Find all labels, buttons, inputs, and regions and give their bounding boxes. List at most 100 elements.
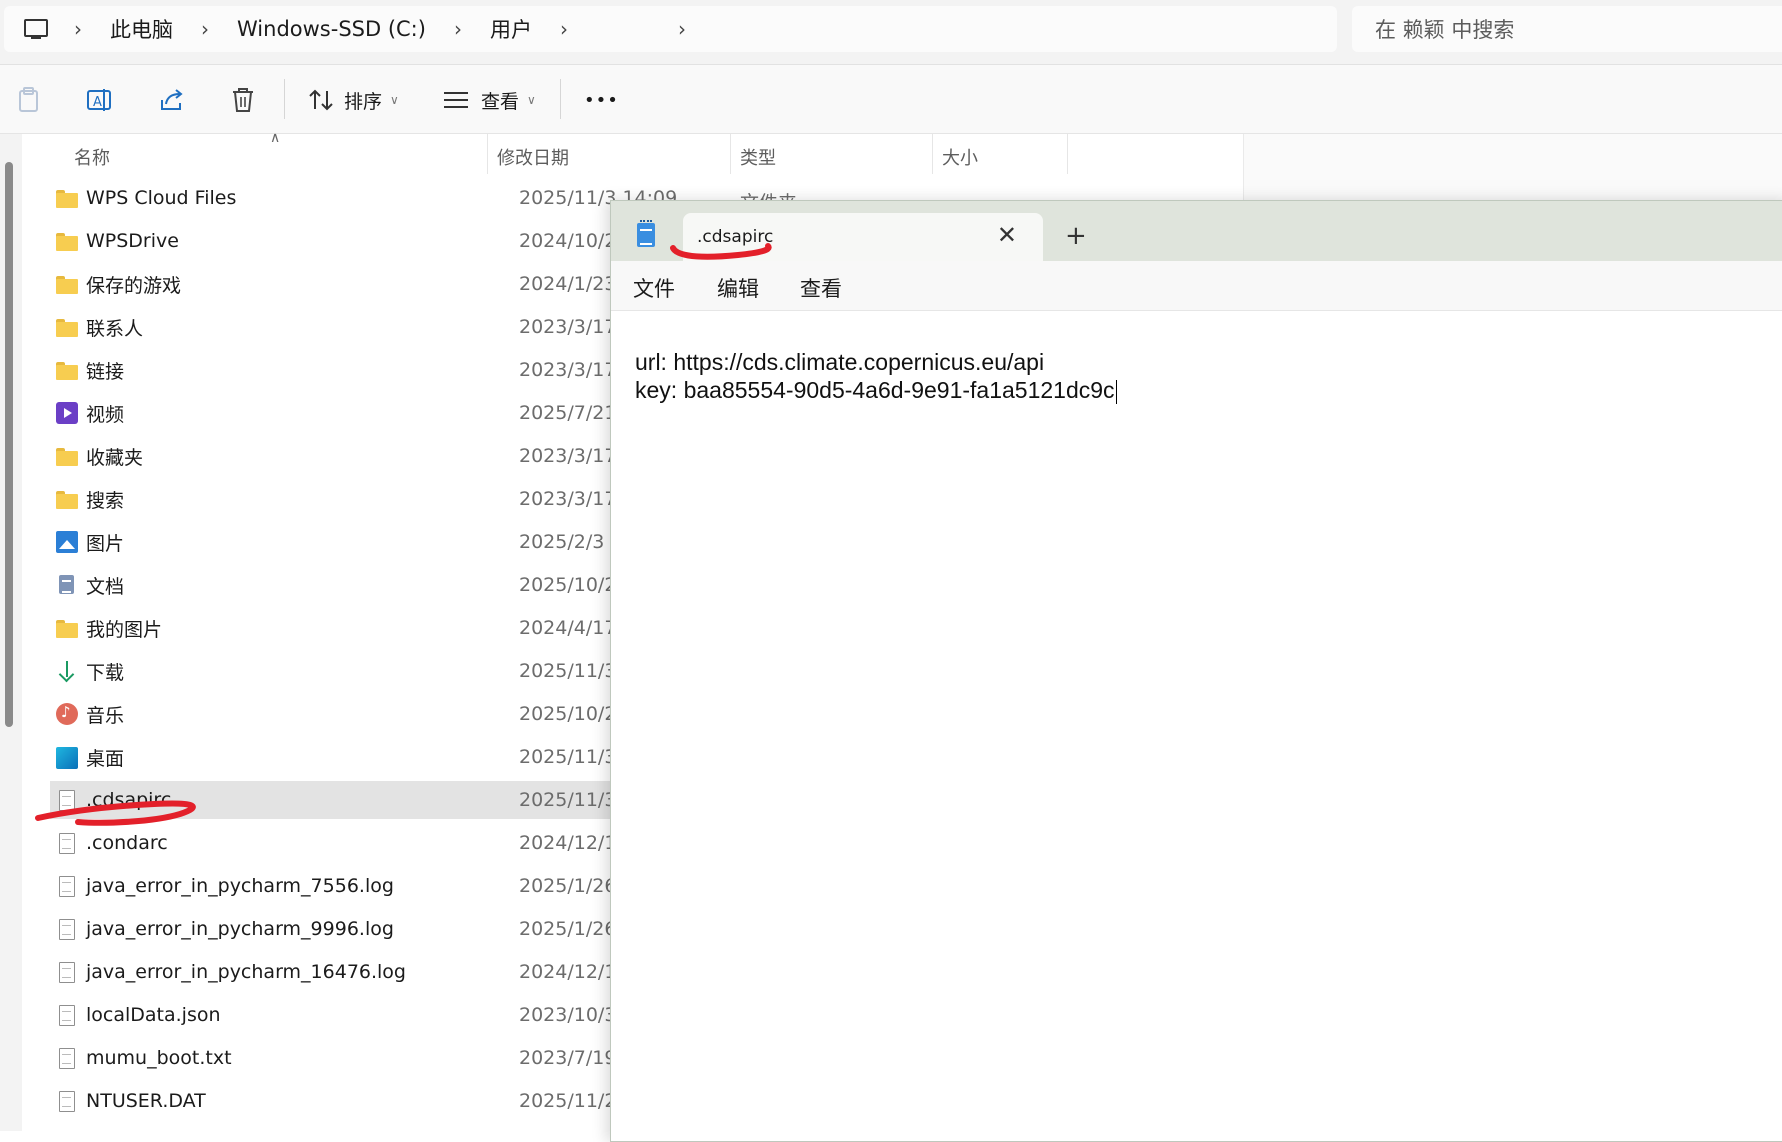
breadcrumb-this-pc[interactable]: 此电脑: [110, 14, 173, 44]
chevron-down-icon: ∨: [390, 93, 399, 107]
file-name: WPS Cloud Files: [86, 187, 237, 209]
file-name: 桌面: [86, 747, 125, 770]
chevron-down-icon: ∨: [527, 93, 536, 107]
view-button[interactable]: 查看 ∨: [443, 85, 536, 115]
file-name: 保存的游戏: [86, 274, 182, 297]
command-bar: A 排序 ∨ 查看 ∨ •••: [0, 65, 1782, 134]
file-name: 图片: [86, 532, 125, 555]
notepad-window: .cdsapirc ✕ + 文件 编辑 查看 url: https://cds.…: [610, 200, 1782, 1142]
chevron-right-icon[interactable]: ›: [454, 17, 462, 41]
vertical-scrollbar[interactable]: [0, 134, 22, 1131]
breadcrumb-users[interactable]: 用户: [490, 14, 532, 44]
delete-button[interactable]: [230, 85, 256, 115]
file-name: 收藏夹: [86, 446, 144, 469]
toolbar-divider: [560, 79, 561, 119]
file-name: 我的图片: [86, 618, 163, 641]
file-icon: [56, 1004, 78, 1026]
paste-button[interactable]: [16, 85, 42, 115]
file-name: localData.json: [86, 1004, 221, 1026]
close-tab-icon[interactable]: ✕: [997, 221, 1017, 249]
column-headers: ∧ 名称 修改日期 类型 大小: [22, 130, 1252, 174]
column-divider[interactable]: [730, 134, 731, 174]
file-name: java_error_in_pycharm_9996.log: [86, 918, 394, 940]
folder-icon: [56, 488, 78, 510]
view-label: 查看: [481, 90, 520, 113]
notepad-menubar: 文件 编辑 查看: [611, 261, 1782, 311]
new-tab-button[interactable]: +: [1065, 221, 1087, 251]
music-icon: [56, 703, 78, 725]
file-name: 文档: [86, 575, 125, 598]
text-editor[interactable]: url: https://cds.climate.copernicus.eu/a…: [611, 311, 1782, 1141]
sort-label: 排序: [344, 90, 383, 113]
folder-icon: [56, 316, 78, 338]
folder-icon: [56, 230, 78, 252]
column-header-date[interactable]: 修改日期: [497, 144, 569, 170]
red-underline-annotation: [35, 800, 196, 826]
share-icon: [161, 89, 183, 110]
file-icon: [56, 832, 78, 854]
menu-file[interactable]: 文件: [633, 273, 675, 303]
menu-edit[interactable]: 编辑: [717, 273, 759, 303]
column-divider[interactable]: [487, 134, 488, 174]
this-pc-icon[interactable]: [24, 19, 48, 39]
file-name: 下载: [86, 661, 125, 684]
share-button[interactable]: [158, 85, 186, 115]
folder-icon: [56, 445, 78, 467]
file-icon: [56, 1090, 78, 1112]
column-header-name[interactable]: 名称: [74, 144, 110, 170]
rename-button[interactable]: A: [86, 85, 114, 115]
search-input[interactable]: 在 赖颖 中搜索: [1352, 6, 1782, 52]
editor-line-url: url: https://cds.climate.copernicus.eu/a…: [635, 349, 1045, 375]
more-options-button[interactable]: •••: [584, 85, 619, 115]
column-header-type[interactable]: 类型: [740, 144, 776, 170]
rename-icon: A: [87, 89, 111, 111]
file-icon: [56, 961, 78, 983]
file-name: 视频: [86, 403, 125, 426]
breadcrumb[interactable]: › 此电脑 › Windows-SSD (C:) › 用户 › ›: [4, 6, 1337, 52]
chevron-right-icon[interactable]: ›: [560, 17, 568, 41]
documents-icon: [56, 574, 78, 596]
column-divider[interactable]: [932, 134, 933, 174]
file-icon: [56, 918, 78, 940]
file-icon: [56, 875, 78, 897]
editor-line-key: key: baa85554-90d5-4a6d-9e91-fa1a5121dc9…: [635, 377, 1117, 404]
desktop-icon: [56, 747, 78, 769]
column-header-size[interactable]: 大小: [942, 144, 978, 170]
file-name: 音乐: [86, 704, 125, 727]
breadcrumb-drive-c[interactable]: Windows-SSD (C:): [237, 17, 426, 41]
file-name: NTUSER.DAT: [86, 1090, 206, 1112]
svg-text:A: A: [93, 95, 102, 110]
text-caret: [1115, 379, 1117, 404]
folder-icon: [56, 273, 78, 295]
red-underline-annotation: [670, 243, 772, 260]
chevron-right-icon[interactable]: ›: [678, 17, 686, 41]
chevron-right-icon[interactable]: ›: [201, 17, 209, 41]
sort-ascending-icon: ∧: [270, 130, 281, 146]
file-name: java_error_in_pycharm_7556.log: [86, 875, 394, 897]
notepad-app-icon: [637, 220, 655, 247]
file-name: 链接: [86, 360, 125, 383]
menu-view[interactable]: 查看: [800, 273, 842, 303]
toolbar-divider: [284, 79, 285, 119]
chevron-right-icon[interactable]: ›: [74, 17, 82, 41]
file-name: 搜索: [86, 489, 125, 512]
clipboard-icon: [19, 87, 38, 112]
file-name: 联系人: [86, 317, 144, 340]
address-bar: › 此电脑 › Windows-SSD (C:) › 用户 › › 在 赖颖 中…: [0, 0, 1782, 65]
notepad-titlebar[interactable]: .cdsapirc ✕ +: [611, 201, 1782, 261]
file-name: java_error_in_pycharm_16476.log: [86, 961, 406, 983]
list-view-icon: [444, 92, 468, 108]
download-icon: [56, 660, 78, 682]
file-name: mumu_boot.txt: [86, 1047, 232, 1069]
trash-icon: [233, 88, 253, 112]
editor-line-key-text: key: baa85554-90d5-4a6d-9e91-fa1a5121dc9…: [635, 377, 1115, 403]
scrollbar-thumb[interactable]: [5, 162, 13, 727]
column-divider[interactable]: [1067, 134, 1068, 174]
breadcrumb-user-redacted[interactable]: [595, 14, 650, 44]
folder-icon: [56, 187, 78, 209]
file-name: .condarc: [86, 832, 168, 854]
sort-icon: [309, 89, 333, 111]
pictures-icon: [56, 531, 78, 553]
file-icon: [56, 1047, 78, 1069]
sort-button[interactable]: 排序 ∨: [308, 85, 399, 115]
